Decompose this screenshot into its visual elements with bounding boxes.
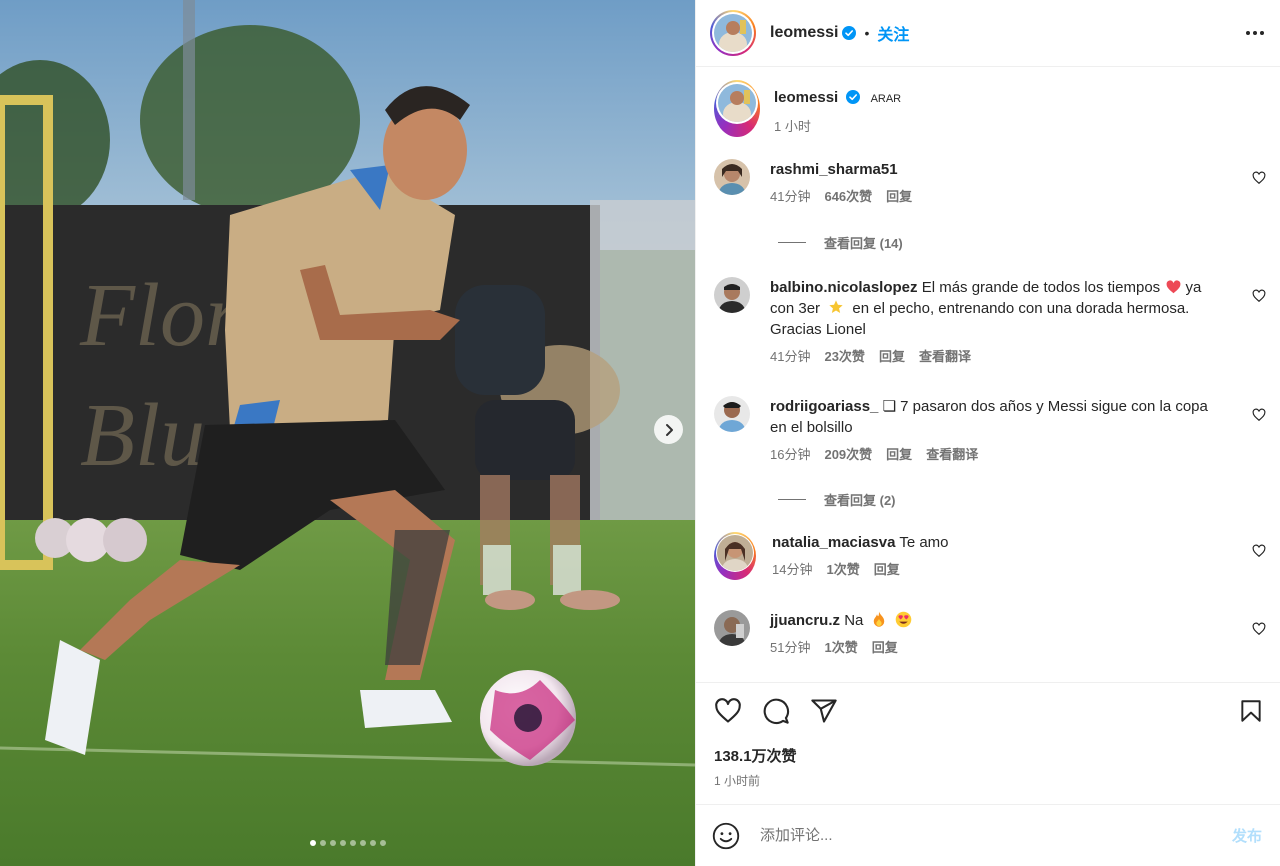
post-panel: leomessi • 关注 leomessi ARAR 1 小时 rashmi_…: [695, 0, 1280, 866]
carousel-dot: [349, 840, 356, 846]
red-heart-icon: [1166, 280, 1181, 294]
comment-text: El más grande de todos los tiempos: [921, 279, 1161, 296]
follow-button[interactable]: 关注: [877, 21, 909, 45]
comment-item: jjuancru.z Na 51分钟 1次赞 回复: [714, 610, 1266, 658]
reply-button[interactable]: 回复: [879, 346, 905, 367]
story-ring[interactable]: [714, 532, 756, 580]
carousel-dot: [329, 840, 336, 846]
carousel-dot: [339, 840, 346, 846]
separator: •: [864, 25, 870, 41]
heart-eyes-emoji-icon: [895, 611, 912, 628]
star-icon: [829, 300, 843, 313]
view-replies-label[interactable]: 查看回复 (2): [824, 490, 896, 509]
avatar[interactable]: [714, 610, 750, 646]
comment-text: ❏ 7 pasaron dos años y Messi sigue con l…: [882, 398, 1172, 415]
avatar[interactable]: [714, 396, 750, 432]
carousel-next-button[interactable]: [654, 415, 683, 444]
bookmark-icon[interactable]: [1238, 697, 1264, 725]
avatar: [714, 14, 752, 52]
comment-likes[interactable]: 646次赞: [824, 186, 872, 207]
heart-icon[interactable]: [1252, 289, 1266, 303]
emoji-icon[interactable]: [712, 822, 740, 850]
likes-count[interactable]: 138.1万次赞: [714, 745, 1264, 766]
comment-time: 51分钟: [770, 640, 811, 655]
post-time: 1 小时前: [714, 774, 761, 788]
verified-icon: [842, 26, 857, 40]
translate-button[interactable]: 查看翻译: [926, 444, 978, 465]
header-username[interactable]: leomessi: [770, 24, 838, 42]
comment-likes[interactable]: 1次赞: [826, 559, 859, 580]
comment-likes[interactable]: 1次赞: [824, 637, 857, 658]
carousel-dot: [379, 840, 386, 846]
reply-button[interactable]: 回复: [874, 559, 900, 580]
comment-item: rashmi_sharma51 41分钟 646次赞 回复: [714, 159, 1266, 207]
heart-icon[interactable]: [714, 697, 742, 725]
svg-text:Blu: Blu: [80, 386, 205, 485]
view-replies-button[interactable]: 查看回复 (14): [778, 233, 903, 252]
post-header: leomessi • 关注: [696, 0, 1280, 67]
post-photo: Flor Blu: [0, 0, 695, 866]
comment-username[interactable]: natalia_maciasva: [772, 534, 895, 551]
caption-time: 1 小时: [774, 119, 811, 134]
comment-username[interactable]: balbino.nicolaslopez: [770, 279, 918, 296]
comment-text: Te amo: [899, 534, 949, 551]
comment-username[interactable]: rashmi_sharma51: [770, 161, 898, 178]
comment-username[interactable]: jjuancru.z: [770, 612, 840, 629]
comment-input[interactable]: [760, 827, 1232, 844]
avatar: [718, 84, 756, 122]
comment-item: balbino.nicolaslopez El más grande de to…: [714, 277, 1266, 367]
divider: [778, 499, 806, 500]
reply-button[interactable]: 回复: [886, 186, 912, 207]
comment-username[interactable]: rodriigoariass_: [770, 398, 878, 415]
comment-text: Na: [844, 612, 864, 629]
carousel-dot: [369, 840, 376, 846]
reply-button[interactable]: 回复: [872, 637, 898, 658]
comment-composer: 发布: [696, 804, 1280, 866]
send-icon[interactable]: [810, 697, 838, 725]
comment-time: 41分钟: [770, 349, 811, 364]
view-replies-button[interactable]: 查看回复 (2): [778, 490, 896, 509]
caption-username[interactable]: leomessi: [774, 89, 838, 106]
comment-item: rodriigoariass_ ❏ 7 pasaron dos años y M…: [714, 396, 1266, 465]
caption: leomessi ARAR 1 小时: [714, 80, 1266, 137]
svg-text:Flor: Flor: [79, 266, 241, 365]
more-icon[interactable]: [1246, 31, 1264, 35]
comment-item: natalia_maciasva Te amo 14分钟 1次赞 回复: [714, 532, 1266, 580]
fire-icon: [873, 611, 884, 627]
avatar: [717, 535, 753, 571]
post-media[interactable]: Flor Blu: [0, 0, 695, 866]
post-actions: 138.1万次赞 1 小时前: [696, 682, 1280, 804]
comment-icon[interactable]: [762, 697, 790, 725]
chevron-right-icon: [665, 423, 673, 436]
heart-icon[interactable]: [1252, 622, 1266, 636]
carousel-dot: [319, 840, 326, 846]
heart-icon[interactable]: [1252, 171, 1266, 185]
caption-avatar-ring[interactable]: [714, 80, 760, 137]
comment-likes[interactable]: 23次赞: [824, 346, 864, 367]
divider: [778, 242, 806, 243]
comment-likes[interactable]: 209次赞: [824, 444, 872, 465]
view-replies-label[interactable]: 查看回复 (14): [824, 233, 903, 252]
comment-time: 41分钟: [770, 189, 811, 204]
story-ring[interactable]: [710, 10, 756, 56]
comments-list[interactable]: leomessi ARAR 1 小时 rashmi_sharma51 41分钟 …: [696, 67, 1280, 682]
verified-icon: [846, 90, 861, 104]
carousel-dot: [359, 840, 366, 846]
comment-text: en el pecho, entrenando con una dorada: [852, 300, 1123, 317]
reply-button[interactable]: 回复: [886, 444, 912, 465]
carousel-dot: [309, 840, 316, 846]
heart-icon[interactable]: [1252, 408, 1266, 422]
comment-time: 16分钟: [770, 447, 811, 462]
carousel-indicator: [0, 840, 695, 846]
avatar[interactable]: [714, 277, 750, 313]
heart-icon[interactable]: [1252, 544, 1266, 558]
comment-time: 14分钟: [772, 562, 813, 577]
post-button[interactable]: 发布: [1232, 825, 1262, 846]
avatar[interactable]: [714, 159, 750, 195]
translate-button[interactable]: 查看翻译: [919, 346, 971, 367]
caption-text: ARAR: [870, 93, 902, 105]
